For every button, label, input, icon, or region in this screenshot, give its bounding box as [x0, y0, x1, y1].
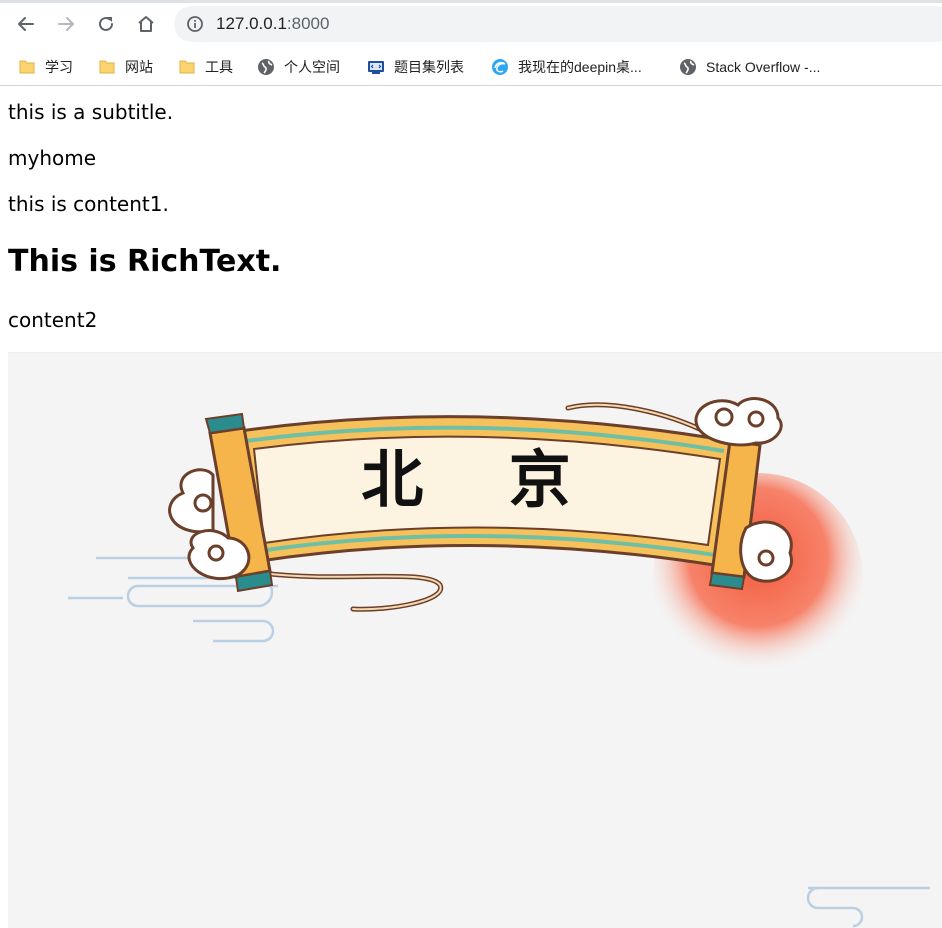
- deepin-icon: [491, 58, 509, 76]
- browser-toolbar: 127.0.0.1:8000: [0, 0, 942, 48]
- globe-icon: [257, 58, 275, 76]
- tab-strip-edge: [0, 0, 942, 3]
- subtitle-text: this is a subtitle.: [8, 100, 174, 124]
- site-icon: [367, 58, 385, 76]
- site-info-icon[interactable]: [186, 15, 204, 33]
- bookmark-label: 个人空间: [284, 59, 340, 75]
- home-icon: [138, 16, 154, 32]
- content2-text: content2: [8, 308, 98, 332]
- globe-icon: [679, 58, 697, 76]
- bookmark-label: 工具: [205, 59, 233, 75]
- forward-arrow-icon: [58, 17, 74, 31]
- bookmark-label: 学习: [45, 59, 73, 75]
- cloud-right-top: [694, 397, 783, 447]
- bookmark-tools[interactable]: 工具: [178, 56, 233, 78]
- bookmark-label: 我现在的deepin桌...: [518, 59, 642, 75]
- bookmark-personal-space[interactable]: 个人空间: [257, 56, 340, 78]
- back-arrow-icon: [18, 17, 34, 31]
- bookmark-label: Stack Overflow -...: [706, 59, 821, 75]
- content1-text: this is content1.: [8, 192, 169, 216]
- reload-icon: [99, 16, 113, 31]
- reload-button[interactable]: [92, 10, 120, 38]
- richtext-heading: This is RichText.: [8, 244, 282, 279]
- back-button[interactable]: [12, 10, 40, 38]
- url-text: 127.0.0.1:8000: [216, 14, 329, 34]
- home-button[interactable]: [132, 10, 160, 38]
- bookmark-study[interactable]: 学习: [18, 56, 73, 78]
- folder-icon: [178, 58, 196, 76]
- myhome-text: myhome: [8, 146, 97, 170]
- bookmark-deepin[interactable]: 我现在的deepin桌...: [491, 56, 642, 78]
- forward-button[interactable]: [52, 10, 80, 38]
- folder-icon: [18, 58, 36, 76]
- beijing-banner-image: 北 京: [8, 352, 942, 928]
- address-bar[interactable]: 127.0.0.1:8000: [174, 6, 942, 42]
- cloud-lines-right: [806, 886, 930, 928]
- bookmarks-bar: 学习 网站 工具 个人空间 题目集列表 我现在的deepin桌... Stack…: [0, 48, 942, 86]
- bookmark-problem-sets[interactable]: 题目集列表: [367, 56, 464, 78]
- url-host: 127.0.0.1: [216, 14, 287, 33]
- page-content: this is a subtitle. myhome this is conte…: [0, 87, 942, 928]
- bookmark-label: 网站: [125, 59, 153, 75]
- bookmark-label: 题目集列表: [394, 59, 464, 75]
- cloud-right-bottom: [739, 520, 793, 583]
- bookmark-websites[interactable]: 网站: [98, 56, 153, 78]
- scroll-calligraphy-text: 北 京: [361, 443, 603, 516]
- folder-icon: [98, 58, 116, 76]
- banner-illustration: 北 京: [68, 397, 930, 928]
- url-port: :8000: [286, 14, 330, 33]
- bookmark-stack-overflow[interactable]: Stack Overflow -...: [679, 56, 820, 78]
